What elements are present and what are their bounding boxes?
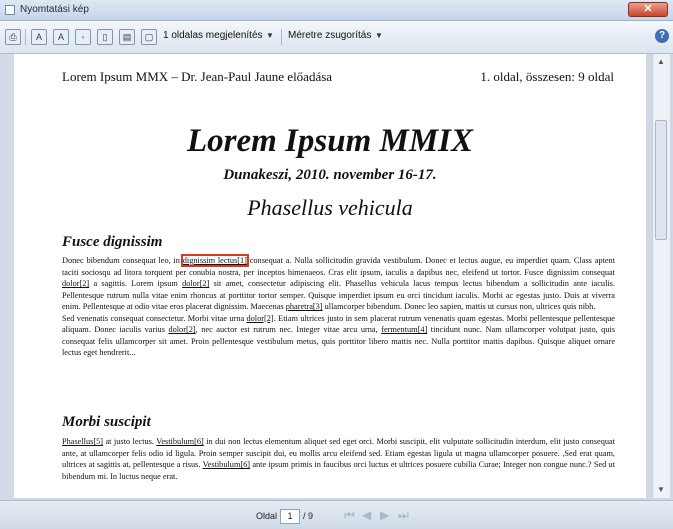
print-icon[interactable]: ⎙ — [5, 29, 21, 45]
header-footer-icon[interactable]: ▤ — [119, 29, 135, 45]
text-run: Donec bibendum consequat leo, in — [62, 256, 183, 265]
text-run: , nec auctor est rutrum nec. Integer vit… — [195, 325, 382, 334]
previous-page-icon[interactable]: ◀ — [362, 508, 371, 522]
link[interactable]: Vestibulum[6] — [203, 460, 250, 469]
link[interactable]: dolor[2] — [168, 325, 195, 334]
document-title: Lorem Ipsum MMIX — [186, 123, 474, 159]
app-icon — [5, 5, 15, 15]
toolbar-separator — [281, 29, 282, 45]
section-body: Phasellus[5] at justo lectus. Vestibulum… — [62, 436, 615, 482]
page-header-right: 1. oldal, összesen: 9 oldal — [480, 69, 614, 84]
close-button[interactable]: ✕ — [628, 2, 668, 17]
font-larger-icon[interactable]: A — [31, 29, 47, 45]
chevron-down-icon[interactable]: ▼ — [375, 31, 383, 40]
page-label: Oldal — [256, 510, 278, 521]
section-title: Morbi suscipit — [62, 414, 151, 430]
print-preview-page: Lorem Ipsum MMX – Dr. Jean-Paul Jaune el… — [14, 54, 646, 498]
paragraph: Donec bibendum consequat leo, in digniss… — [62, 254, 615, 313]
link[interactable]: dolor[2] — [247, 314, 274, 323]
document-heading: Phasellus vehicula — [247, 195, 413, 220]
scroll-up-icon[interactable]: ▲ — [655, 56, 667, 68]
link[interactable]: Vestibulum[6] — [156, 437, 203, 446]
text-run: ullamcorper bibendum. Donec leo sapien, … — [322, 302, 596, 311]
link[interactable]: Phasellus[5] — [62, 437, 103, 446]
window-title: Nyomtatási kép — [20, 4, 89, 15]
page-setup-icon[interactable]: ◦ — [75, 29, 91, 45]
link[interactable]: fermentum[4] — [381, 325, 427, 334]
page-navigation-bar: Oldal 1/ 9 ⏮ ◀ ▶ ⏭ — [0, 500, 673, 529]
text-run: Sed venenatis consequat consectetur. Mor… — [62, 313, 247, 323]
window-titlebar: Nyomtatási kép ✕ — [0, 0, 673, 21]
text-run: a sagittis. Lorem ipsum — [89, 279, 183, 288]
page-header-left: Lorem Ipsum MMX – Dr. Jean-Paul Jaune el… — [62, 69, 333, 84]
page-number-input[interactable]: 1 — [280, 509, 301, 524]
layout-select[interactable]: 1 oldalas megjelenítés — [163, 30, 263, 41]
toolbar: ⎙ A A ◦ ▯ ▤ ▢ 1 oldalas megjelenítés ▼ M… — [0, 21, 673, 54]
last-page-icon[interactable]: ⏭ — [398, 508, 409, 523]
highlighted-link[interactable]: dignissim lectus[1] — [180, 254, 249, 267]
link[interactable]: dolor[2] — [62, 279, 89, 288]
next-page-icon[interactable]: ▶ — [380, 508, 389, 522]
help-icon[interactable]: ? — [655, 29, 669, 43]
toolbar-separator — [25, 29, 26, 45]
text-run: at justo lectus. — [103, 437, 157, 446]
full-screen-icon[interactable]: ▢ — [141, 29, 157, 45]
section-body: Donec bibendum consequat leo, in digniss… — [62, 254, 615, 359]
zoom-select[interactable]: Méretre zsugorítás — [288, 30, 371, 41]
chevron-down-icon[interactable]: ▼ — [266, 31, 274, 40]
scroll-down-icon[interactable]: ▼ — [655, 484, 667, 496]
section-title: Fusce dignissim — [62, 234, 163, 250]
page-indicator: Oldal 1/ 9 — [256, 509, 313, 524]
document-subtitle: Dunakeszi, 2010. november 16-17. — [223, 167, 437, 183]
paragraph: Sed venenatis consequat consectetur. Mor… — [62, 313, 615, 359]
font-smaller-icon[interactable]: A — [53, 29, 69, 45]
vertical-scrollbar[interactable]: ▲ ▼ — [652, 54, 670, 498]
portrait-icon[interactable]: ▯ — [97, 29, 113, 45]
link[interactable]: pharetra[3] — [286, 302, 323, 311]
left-gutter — [0, 54, 14, 500]
first-page-icon[interactable]: ⏮ — [344, 508, 355, 523]
paragraph: Phasellus[5] at justo lectus. Vestibulum… — [62, 436, 615, 482]
scroll-thumb[interactable] — [655, 120, 667, 240]
link[interactable]: dolor[2] — [182, 279, 209, 288]
page-total: / 9 — [303, 510, 314, 521]
